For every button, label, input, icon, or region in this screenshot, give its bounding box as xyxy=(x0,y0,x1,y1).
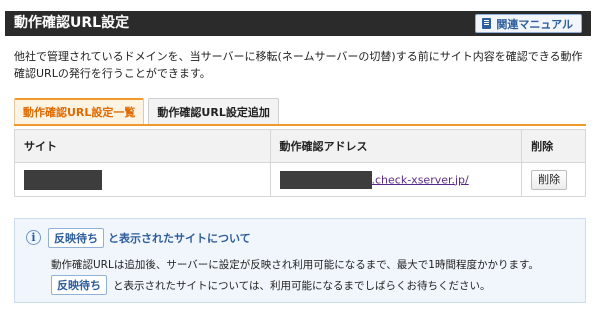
check-address-link[interactable]: .check-xserver.jp/ xyxy=(372,173,469,186)
column-header-address: 動作確認アドレス xyxy=(269,129,523,163)
tab-underline xyxy=(14,124,586,126)
delete-button[interactable]: 削除 xyxy=(531,169,568,190)
page-title: 動作確認URL設定 xyxy=(14,15,130,31)
tab-url-list[interactable]: 動作確認URL設定一覧 xyxy=(14,98,145,124)
tab-bar: 動作確認URL設定一覧 動作確認URL設定追加 xyxy=(14,98,283,124)
column-header-site: サイト xyxy=(14,129,271,163)
page-description: 他社で管理されているドメインを、当サーバーに移転(ネームサーバーの切替)する前に… xyxy=(14,50,583,80)
address-cell: .check-xserver.jp/ xyxy=(269,162,523,197)
info-title: 反映待ち と表示されたサイトについて xyxy=(48,228,251,248)
related-manual-label: 関連マニュアル xyxy=(496,17,573,31)
info-title-text: と表示されたサイトについて xyxy=(108,232,251,245)
page-header: 動作確認URL設定 関連マニュアル xyxy=(5,11,591,36)
column-header-delete: 削除 xyxy=(521,129,586,163)
info-line-2: 反映待ち と表示されたサイトについては、利用可能になるまでしばらくお待ちください… xyxy=(51,275,490,295)
related-manual-button[interactable]: 関連マニュアル xyxy=(475,14,582,33)
table-row: .check-xserver.jp/ 削除 xyxy=(14,162,586,197)
table-header-row: サイト 動作確認アドレス 削除 xyxy=(14,129,586,163)
info-box: i 反映待ち と表示されたサイトについて 動作確認URLは追加後、サーバーに設定… xyxy=(14,218,586,303)
info-line-2-text: と表示されたサイトについては、利用可能になるまでしばらくお待ちください。 xyxy=(113,279,491,292)
pending-badge-inline: 反映待ち xyxy=(51,275,107,295)
book-icon xyxy=(482,18,492,29)
info-icon: i xyxy=(26,230,41,245)
site-cell xyxy=(14,162,271,197)
tab-url-add[interactable]: 動作確認URL設定追加 xyxy=(148,98,279,124)
info-line-1: 動作確認URLは追加後、サーバーに設定が反映され利用可能になるまで、最大で1時間… xyxy=(51,259,539,271)
sites-table: サイト 動作確認アドレス 削除 .check-xserver.jp/ 削除 xyxy=(14,129,586,197)
delete-cell: 削除 xyxy=(521,162,586,197)
redacted-site-name xyxy=(24,169,102,190)
pending-badge: 反映待ち xyxy=(48,228,104,248)
redacted-address-prefix xyxy=(279,170,372,189)
